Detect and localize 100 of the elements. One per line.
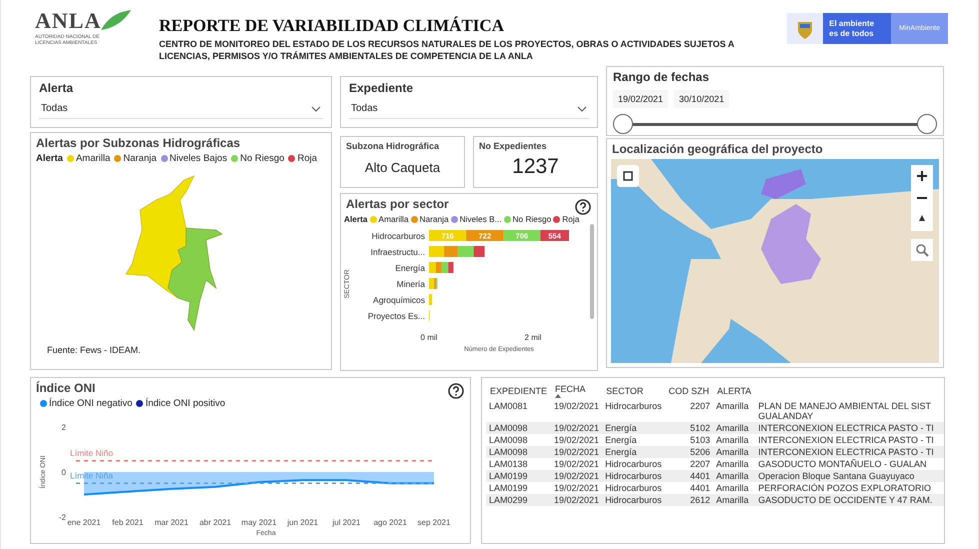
bar-segment xyxy=(429,294,432,305)
table-cell: 19/02/2021 xyxy=(554,435,600,445)
column-header[interactable]: SECTOR xyxy=(606,386,644,396)
card-value: Alto Caqueta xyxy=(364,160,440,174)
card-label: No Expedientes xyxy=(479,141,548,151)
legend-label: Naranja xyxy=(420,214,449,224)
card-label: Subzona Hidrográfica xyxy=(346,141,440,151)
legend-label: Amarilla xyxy=(378,214,408,224)
category-label: Minería xyxy=(396,279,425,289)
column-header[interactable]: EXPEDIENTE xyxy=(490,386,548,396)
legend-label: No Riesgo xyxy=(512,214,552,224)
slider-handle[interactable] xyxy=(917,114,937,134)
table-cell: Hidrocarburos xyxy=(605,401,662,411)
plus-icon xyxy=(917,171,927,181)
category-label: Infraestructu... xyxy=(370,247,425,257)
panel-title: Alertas por Subzonas Hidrográficas xyxy=(35,135,242,152)
limit-label: Límite Niño xyxy=(70,448,113,458)
table-cell: Hidrocarburos xyxy=(605,459,662,469)
table-cell: Hidrocarburos xyxy=(605,471,662,481)
leaf-icon xyxy=(101,10,132,32)
filter-label: Alerta xyxy=(39,81,74,95)
table-cell: GASODUCTO DE OCCIDENTE Y 47 RAM. xyxy=(758,495,932,505)
panel-title: Localización geográfica del proyecto xyxy=(611,141,824,158)
x-tick-label: may 2021 xyxy=(241,518,277,527)
legend-label: Roja xyxy=(297,153,317,164)
y-tick-label: 0 xyxy=(62,468,66,477)
table-cell: 19/02/2021 xyxy=(554,423,600,433)
end-date-field[interactable]: 30/10/2021 xyxy=(674,90,730,108)
legend-label: Roja xyxy=(562,214,580,224)
table-cell: LAM0098 xyxy=(489,447,528,457)
legend-label: Niveles B... xyxy=(460,214,502,224)
legend-label: No Riesgo xyxy=(240,153,284,164)
table-cell: Amarilla xyxy=(716,435,749,445)
column-header[interactable]: ALERTA xyxy=(717,386,752,396)
x-tick-label: jun 2021 xyxy=(287,518,318,527)
table-cell: 4401 xyxy=(690,471,710,481)
legend-label: Índice ONI negativo xyxy=(49,398,132,409)
table-cell: PERFORACIÓN POZOS EXPLORATORIO xyxy=(758,483,931,493)
column-header[interactable]: FECHA xyxy=(555,384,586,394)
table-cell: 5103 xyxy=(690,435,710,445)
table-cell: 5102 xyxy=(690,423,710,433)
table-cell: 2207 xyxy=(690,401,710,411)
table-cell: Amarilla xyxy=(716,495,749,505)
category-label: Agroquímicos xyxy=(373,295,425,305)
table-cell: LAM0098 xyxy=(489,435,528,445)
x-tick-label: ene 2021 xyxy=(67,518,101,527)
logo-wordmark: ANLA xyxy=(35,8,102,34)
table-cell: Amarilla xyxy=(716,423,749,433)
selection-icon xyxy=(622,170,634,182)
table-cell: LAM0098 xyxy=(489,423,528,433)
panel-title: Alertas por sector xyxy=(345,196,450,213)
table-cell: LAM0081 xyxy=(489,401,528,411)
table-cell: Amarilla xyxy=(716,471,749,481)
table-cell: 19/02/2021 xyxy=(554,459,600,469)
search-icon xyxy=(916,244,928,256)
table-cell: LAM0199 xyxy=(489,483,528,493)
help-icon[interactable] xyxy=(575,199,591,215)
bar-segment xyxy=(504,230,540,241)
table-cell: 19/02/2021 xyxy=(554,401,600,411)
table-cell: Operacion Bloque Santana Guayuyaco xyxy=(758,471,914,481)
table-cell: Energía xyxy=(605,423,637,433)
table-cell: LAM0138 xyxy=(489,459,528,469)
table-cell: Energía xyxy=(605,447,637,457)
x-tick-label: 0 mil xyxy=(420,333,438,342)
search-button[interactable] xyxy=(911,239,933,261)
table-cell: 2612 xyxy=(690,495,710,505)
table-cell: 19/02/2021 xyxy=(554,483,600,493)
x-tick-label: mar 2021 xyxy=(154,518,188,527)
source-note: Fuente: Fews - IDEAM. xyxy=(46,345,142,357)
legend-label: Naranja xyxy=(123,153,157,164)
column-header[interactable]: COD SZH xyxy=(668,386,710,396)
bar-segment xyxy=(466,230,504,241)
table-cell: Hidrocarburos xyxy=(605,483,662,493)
help-icon[interactable] xyxy=(448,383,464,399)
chevron-icon xyxy=(311,106,321,112)
bar-segment xyxy=(429,246,444,257)
table-cell: INTERCONEXION ELECTRICA PASTO - TI xyxy=(758,435,934,445)
table-cell: Amarilla xyxy=(716,459,749,469)
sort-icon[interactable] xyxy=(555,394,562,398)
table-cell: Energía xyxy=(605,435,637,445)
slider-handle[interactable] xyxy=(613,114,633,134)
table-cell: 2207 xyxy=(690,459,710,469)
legend-title: Alerta xyxy=(344,214,368,224)
scrollbar[interactable] xyxy=(590,224,594,319)
table-cell: PLAN DE MANEJO AMBIENTAL DEL SIST GUALANDAY xyxy=(758,401,931,421)
chevron-icon xyxy=(577,106,587,112)
lasso-tool-button[interactable] xyxy=(617,165,639,187)
card-value: 1237 xyxy=(512,155,559,179)
x-tick-label: sep 2021 xyxy=(418,518,450,527)
panel-title: Índice ONI xyxy=(35,380,96,397)
report-title: REPORTE DE VARIABILIDAD CLIMÁTICA xyxy=(159,16,505,36)
x-tick-label: jul 2021 xyxy=(332,518,361,527)
table-cell: 19/02/2021 xyxy=(554,447,600,457)
legend-title: Alerta xyxy=(36,153,63,164)
y-tick-label: -2 xyxy=(58,513,66,522)
x-tick-label: ago 2021 xyxy=(374,518,407,527)
slogan-text: El ambiente es de todos xyxy=(823,13,892,44)
start-date-field[interactable]: 19/02/2021 xyxy=(613,90,668,108)
table-cell: 4401 xyxy=(690,483,710,493)
x-tick-label: feb 2021 xyxy=(112,518,144,527)
